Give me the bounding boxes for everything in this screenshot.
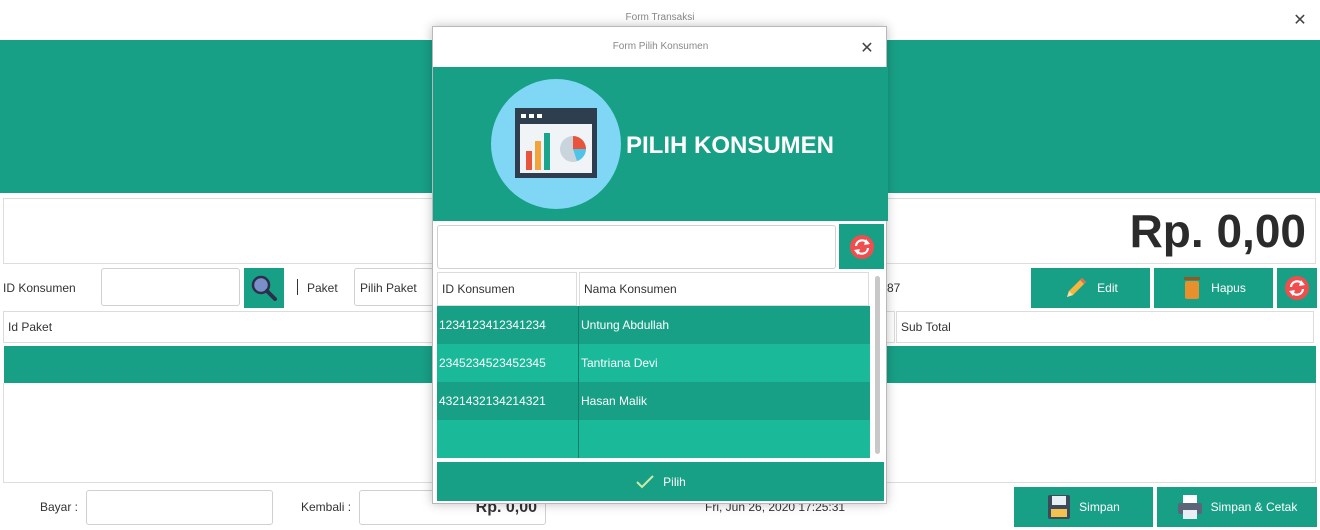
table-row-empty bbox=[437, 420, 870, 458]
pencil-icon bbox=[1067, 278, 1087, 297]
refresh-icon bbox=[1285, 276, 1309, 300]
pilih-paket-label: Pilih Paket bbox=[360, 281, 417, 295]
pilih-label: Pilih bbox=[663, 474, 686, 489]
table-row[interactable]: 1234123412341234 Untung Abdullah bbox=[437, 306, 870, 344]
simpan-cetak-label: Simpan & Cetak bbox=[1210, 500, 1298, 514]
dialog-close-icon[interactable]: ✕ bbox=[857, 38, 877, 58]
bayar-label: Bayar : bbox=[40, 500, 79, 514]
table-header-sub-total: Sub Total bbox=[896, 311, 1314, 343]
konsumen-table: ID Konsumen Nama Konsumen 12341234123412… bbox=[437, 272, 870, 458]
floppy-disk-icon bbox=[1048, 495, 1071, 519]
refresh-dialog-button[interactable] bbox=[839, 224, 884, 269]
refresh-main-button[interactable] bbox=[1277, 268, 1317, 308]
row-id-empty bbox=[437, 420, 579, 458]
pilih-button[interactable]: Pilih bbox=[437, 462, 884, 501]
hapus-button[interactable]: Hapus bbox=[1154, 268, 1273, 308]
magnifier-icon bbox=[251, 275, 277, 301]
hapus-label: Hapus bbox=[1211, 281, 1246, 295]
id-konsumen-field[interactable] bbox=[101, 268, 240, 306]
dialog-heading: PILIH KONSUMEN bbox=[626, 132, 835, 159]
column-header-id[interactable]: ID Konsumen bbox=[437, 272, 577, 306]
simpan-cetak-button[interactable]: Simpan & Cetak bbox=[1157, 487, 1317, 527]
kembali-label: Kembali : bbox=[301, 500, 352, 514]
table-scrollbar[interactable] bbox=[875, 276, 880, 454]
refresh-icon bbox=[849, 234, 874, 259]
row-nama: Hasan Malik bbox=[581, 394, 648, 408]
partial-value: 87 bbox=[887, 281, 901, 295]
paket-label: Paket bbox=[307, 281, 338, 295]
id-konsumen-label: ID Konsumen bbox=[3, 281, 76, 295]
edit-label: Edit bbox=[1097, 281, 1118, 295]
trash-icon bbox=[1184, 277, 1201, 299]
row-id: 4321432134214321 bbox=[437, 382, 579, 420]
main-window-title: Form Transaksi bbox=[625, 12, 695, 23]
table-row[interactable]: 4321432134214321 Hasan Malik bbox=[437, 382, 870, 420]
simpan-label: Simpan bbox=[1079, 500, 1120, 514]
edit-button[interactable]: Edit bbox=[1031, 268, 1150, 308]
table-header-id-paket: Id Paket bbox=[3, 311, 443, 343]
column-header-nama[interactable]: Nama Konsumen bbox=[579, 272, 869, 306]
table-header-row: ID Konsumen Nama Konsumen bbox=[437, 272, 870, 306]
pilih-konsumen-dialog: Form Pilih Konsumen ✕ PILIH KONSUMEN ID … bbox=[432, 26, 888, 504]
row-nama: Untung Abdullah bbox=[581, 318, 670, 332]
printer-icon bbox=[1177, 495, 1202, 519]
row-id: 1234123412341234 bbox=[437, 306, 579, 344]
dialog-title: Form Pilih Konsumen bbox=[612, 41, 709, 52]
total-display: Rp. 0,00 bbox=[1129, 205, 1306, 257]
row-nama-empty bbox=[579, 420, 870, 458]
search-konsumen-button[interactable] bbox=[244, 268, 284, 308]
row-id: 2345234523452345 bbox=[437, 344, 579, 382]
separator bbox=[297, 279, 298, 295]
checkmark-icon bbox=[636, 474, 654, 488]
dialog-banner: PILIH KONSUMEN bbox=[433, 67, 888, 221]
dashboard-icon bbox=[491, 79, 621, 209]
pilih-paket-select[interactable]: Pilih Paket bbox=[354, 268, 434, 306]
table-row[interactable]: 2345234523452345 Tantriana Devi bbox=[437, 344, 870, 382]
konsumen-search-input[interactable] bbox=[437, 225, 836, 269]
simpan-button[interactable]: Simpan bbox=[1014, 487, 1153, 527]
bayar-field[interactable] bbox=[86, 490, 273, 525]
main-close-icon[interactable]: ✕ bbox=[1290, 10, 1310, 30]
row-nama: Tantriana Devi bbox=[581, 356, 658, 370]
